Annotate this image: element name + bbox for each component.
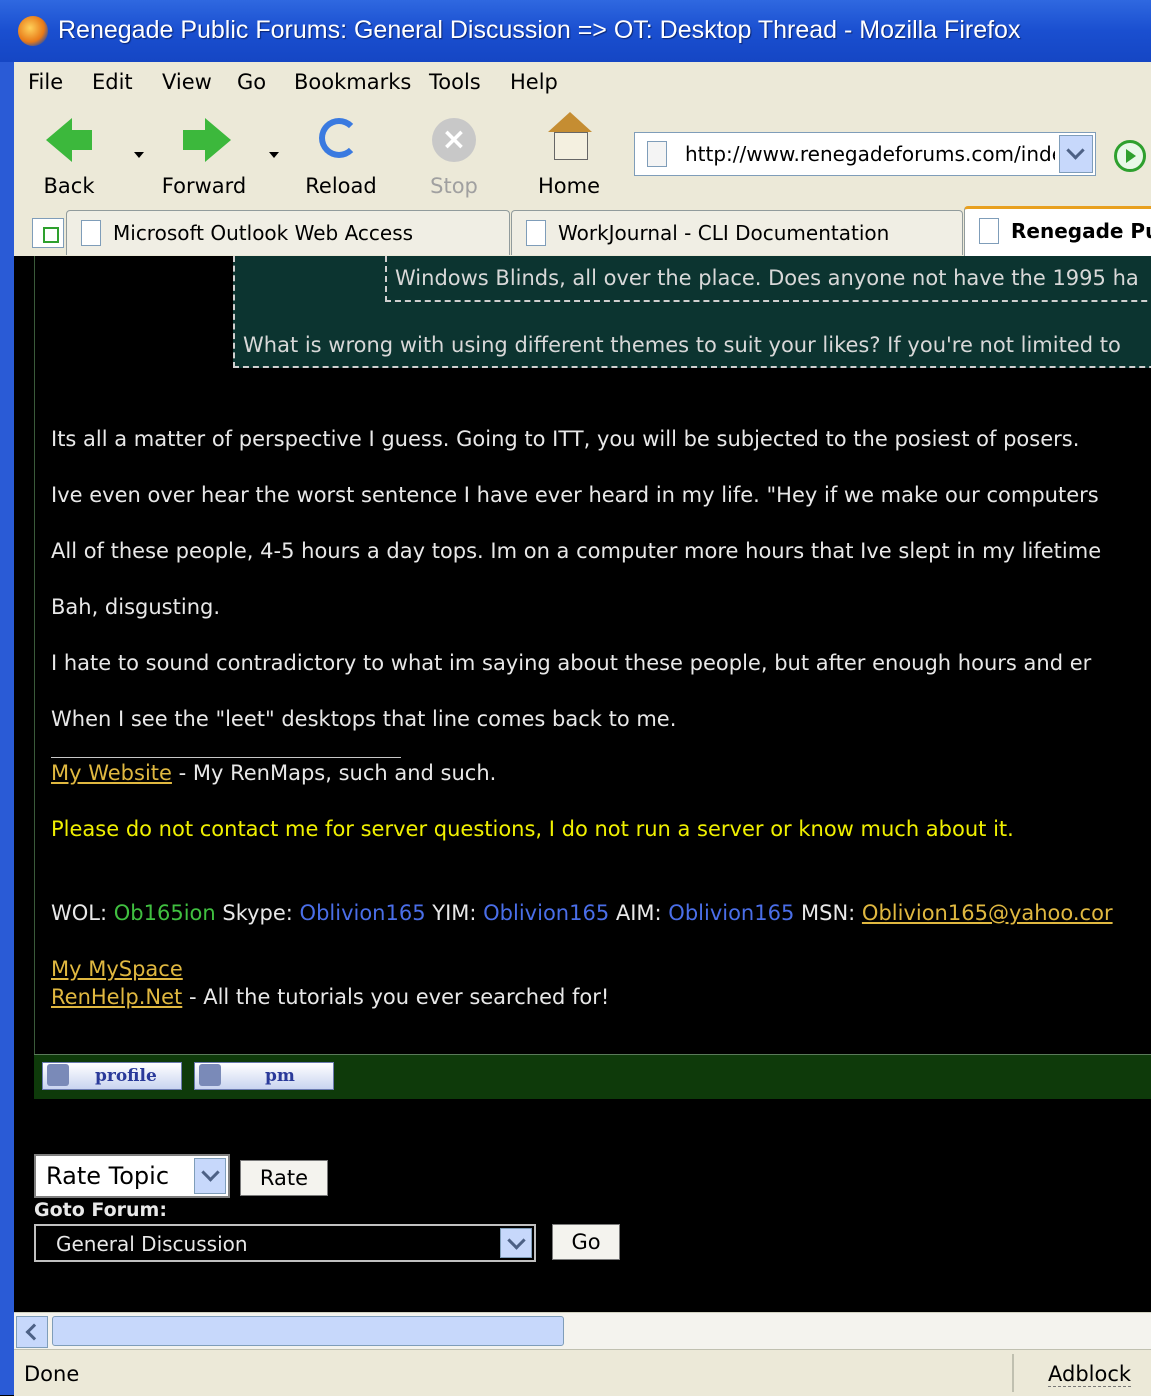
rate-dropdown-button[interactable] — [194, 1158, 226, 1194]
chevron-down-icon — [201, 1163, 220, 1182]
tab-outlook[interactable]: Microsoft Outlook Web Access — [66, 210, 510, 255]
nested-quote-text: Windows Blinds, all over the place. Does… — [395, 266, 1139, 290]
tab-workjournal[interactable]: WorkJournal - CLI Documentation — [511, 210, 963, 255]
menu-bar: File Edit View Go Bookmarks Tools Help — [14, 62, 1151, 105]
rate-topic-select[interactable]: Rate Topic — [34, 1154, 230, 1198]
signature-notice: Please do not contact me for server ques… — [51, 817, 1014, 841]
post-paragraph: Bah, disgusting. — [51, 595, 221, 619]
status-divider — [1012, 1354, 1014, 1392]
page-icon — [979, 218, 999, 244]
chevron-left-icon — [25, 1323, 43, 1341]
forward-arrow-icon — [205, 118, 231, 162]
home-button[interactable]: Home — [534, 112, 604, 202]
menu-view[interactable]: View — [162, 70, 212, 94]
adblock-button[interactable]: Adblock — [1048, 1362, 1132, 1387]
tab-bar: Microsoft Outlook Web Access WorkJournal… — [14, 204, 1151, 259]
rate-button[interactable]: Rate — [240, 1160, 328, 1196]
back-history-dropdown-icon[interactable] — [134, 152, 144, 158]
my-website-link[interactable]: My Website — [51, 761, 172, 785]
yim-id[interactable]: Oblivion165 — [483, 901, 609, 925]
status-bar: Done Adblock — [14, 1349, 1151, 1396]
new-tab-icon[interactable] — [32, 218, 64, 248]
scroll-left-button[interactable] — [16, 1316, 48, 1348]
quote-text: What is wrong with using different theme… — [243, 333, 1121, 357]
page-icon — [647, 141, 667, 167]
goto-forum-select[interactable]: General Discussion — [34, 1224, 536, 1262]
renhelp-link[interactable]: RenHelp.Net — [51, 985, 182, 1009]
address-bar[interactable]: http://www.renegadeforums.com/inde — [634, 132, 1096, 176]
signature-contacts: WOL: Ob165ion Skype: Oblivion165 YIM: Ob… — [51, 901, 1113, 925]
signature-renhelp-line: RenHelp.Net - All the tutorials you ever… — [51, 985, 610, 1009]
menu-file[interactable]: File — [28, 70, 63, 94]
post-paragraph: Ive even over hear the worst sentence I … — [51, 483, 1099, 507]
wol-id: Ob165ion — [113, 901, 216, 925]
goto-forum-label: Goto Forum: — [34, 1199, 167, 1221]
post-paragraph: Its all a matter of perspective I guess.… — [51, 427, 1080, 451]
pm-button[interactable]: pm — [194, 1062, 334, 1090]
signature-website-line: My Website - My RenMaps, such and such. — [51, 761, 497, 785]
url-history-dropdown[interactable] — [1059, 135, 1093, 173]
pm-icon — [199, 1064, 221, 1086]
status-text: Done — [24, 1362, 80, 1386]
signature-myspace-line: My MySpace — [51, 957, 183, 981]
chevron-down-icon — [1066, 141, 1085, 160]
window-border — [0, 62, 14, 1395]
page-icon — [526, 220, 546, 246]
firefox-logo-icon — [18, 16, 48, 46]
menu-edit[interactable]: Edit — [92, 70, 133, 94]
window-title: Renegade Public Forums: General Discussi… — [58, 16, 1021, 44]
profile-icon — [47, 1064, 69, 1086]
go-icon[interactable] — [1114, 140, 1146, 172]
chevron-down-icon — [507, 1231, 526, 1250]
menu-go[interactable]: Go — [237, 70, 266, 94]
msn-email-link[interactable]: Oblivion165@yahoo.cor — [862, 901, 1113, 925]
post-actions-bar: profile pm — [34, 1054, 1151, 1099]
post-paragraph: When I see the "leet" desktops that line… — [51, 707, 677, 731]
reload-button[interactable]: Reload — [301, 112, 381, 202]
scroll-thumb[interactable] — [52, 1316, 564, 1346]
profile-button[interactable]: profile — [42, 1062, 182, 1090]
post-paragraph: I hate to sound contradictory to what im… — [51, 651, 1092, 675]
tab-renegade-forums[interactable]: Renegade Pu — [964, 206, 1151, 259]
stop-icon: × — [432, 118, 476, 162]
menu-tools[interactable]: Tools — [429, 70, 481, 94]
forward-history-dropdown-icon[interactable] — [269, 152, 279, 158]
forum-post: What is wrong with using different theme… — [34, 256, 1151, 1098]
home-icon — [548, 112, 592, 132]
back-button[interactable]: Back — [34, 112, 104, 202]
forward-button[interactable]: Forward — [159, 112, 249, 202]
back-arrow-icon — [46, 118, 72, 162]
menu-help[interactable]: Help — [510, 70, 558, 94]
page-content: What is wrong with using different theme… — [14, 256, 1151, 1310]
forum-dropdown-button[interactable] — [500, 1228, 532, 1258]
myspace-link[interactable]: My MySpace — [51, 957, 183, 981]
aim-id[interactable]: Oblivion165 — [668, 901, 794, 925]
navigation-toolbar: Back Forward Reload × Stop Home http://w… — [14, 104, 1151, 205]
nested-quote-block: Windows Blinds, all over the place. Does… — [385, 256, 1151, 302]
url-text[interactable]: http://www.renegadeforums.com/inde — [685, 142, 1055, 166]
post-paragraph: All of these people, 4-5 hours a day top… — [51, 539, 1102, 563]
page-icon — [81, 220, 101, 246]
window-titlebar: Renegade Public Forums: General Discussi… — [0, 0, 1151, 62]
reload-icon — [319, 118, 359, 158]
menu-bookmarks[interactable]: Bookmarks — [294, 70, 411, 94]
skype-id[interactable]: Oblivion165 — [300, 901, 426, 925]
go-button[interactable]: Go — [552, 1224, 620, 1260]
stop-button[interactable]: × Stop — [419, 112, 489, 202]
horizontal-scrollbar[interactable] — [14, 1312, 1151, 1349]
signature-divider — [51, 757, 401, 758]
